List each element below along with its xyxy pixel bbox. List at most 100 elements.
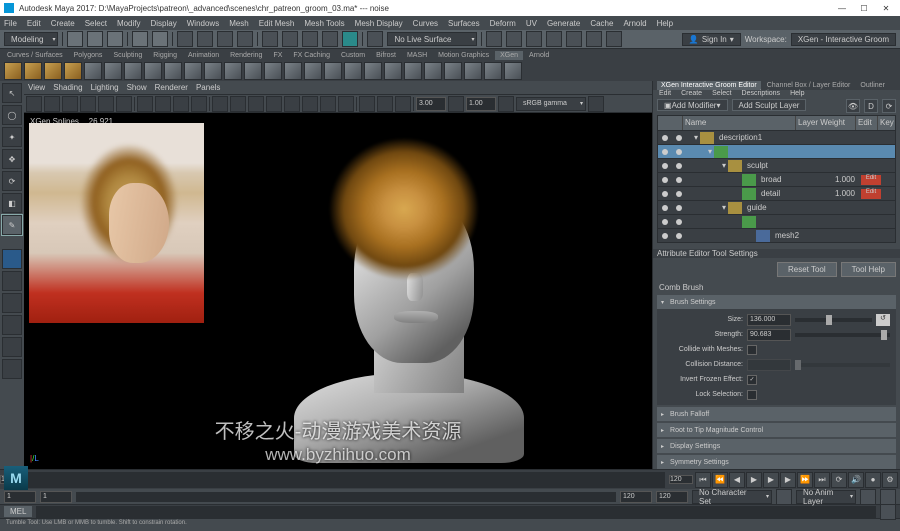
hypershade-icon[interactable]	[566, 31, 582, 47]
vp-gamma-input[interactable]	[466, 97, 496, 111]
layer-row[interactable]: ▾guide	[658, 200, 895, 214]
col-edit[interactable]: Edit	[855, 116, 877, 130]
shelf-btn-23[interactable]	[444, 62, 462, 80]
vp-camera-lock-icon[interactable]	[44, 96, 60, 112]
vp-motion-blur-icon[interactable]	[320, 96, 336, 112]
visibility-dot[interactable]	[662, 219, 668, 225]
shelf-btn-5[interactable]	[84, 62, 102, 80]
range-in-input[interactable]	[40, 491, 72, 503]
shelf-btn-17[interactable]	[324, 62, 342, 80]
col-key[interactable]: Key	[877, 116, 895, 130]
tool-rotate[interactable]: ⟳	[2, 171, 22, 191]
col-weight[interactable]: Layer Weight	[795, 116, 855, 130]
go-start-button[interactable]: ⏮	[695, 472, 711, 488]
brush-settings-header[interactable]: Brush Settings	[657, 295, 896, 309]
snap-curve-icon[interactable]	[282, 31, 298, 47]
enable-dot[interactable]	[676, 233, 682, 239]
command-input[interactable]	[36, 506, 876, 518]
autokey-button[interactable]: ●	[865, 472, 881, 488]
signin-button[interactable]: 👤 Sign In ▾	[682, 33, 741, 46]
timeline-track[interactable]	[28, 472, 665, 488]
menu-mesh-display[interactable]: Mesh Display	[355, 19, 403, 28]
enable-dot[interactable]	[676, 177, 682, 183]
vp-ao-icon[interactable]	[302, 96, 318, 112]
vp-resolution-gate-icon[interactable]	[173, 96, 189, 112]
set-key-button[interactable]	[880, 489, 896, 505]
loop-button[interactable]: ⟳	[831, 472, 847, 488]
step-back-button[interactable]: ⏪	[712, 472, 728, 488]
end-frame-input[interactable]	[669, 475, 693, 484]
visibility-dot[interactable]	[662, 149, 668, 155]
shelf-btn-14[interactable]	[264, 62, 282, 80]
select-hier-icon[interactable]	[197, 31, 213, 47]
shelf-tab-custom[interactable]: Custom	[336, 51, 370, 60]
shelf-btn-8[interactable]	[144, 62, 162, 80]
add-modifier-button[interactable]: ▣ Add Modifier ▾	[657, 99, 728, 111]
tool-move[interactable]: ✥	[2, 149, 22, 169]
shelf-btn-24[interactable]	[464, 62, 482, 80]
layer-row[interactable]: mesh2	[658, 228, 895, 242]
expand-icon[interactable]: ▾	[692, 133, 700, 142]
maximize-button[interactable]: ☐	[854, 2, 874, 14]
layout-four[interactable]	[2, 271, 22, 291]
live-surface-dropdown[interactable]: No Live Surface	[387, 32, 477, 46]
xgen-menu-select[interactable]: Select	[712, 90, 731, 97]
layer-row[interactable]: detail1.000Edit	[658, 186, 895, 200]
shelf-btn-26[interactable]	[504, 62, 522, 80]
reset-tool-button[interactable]: Reset Tool	[777, 262, 837, 277]
layout-single[interactable]	[2, 249, 22, 269]
shelf-btn-6[interactable]	[104, 62, 122, 80]
tool-scale[interactable]: ◧	[2, 193, 22, 213]
menu-arnold[interactable]: Arnold	[623, 19, 646, 28]
vp-xray-icon[interactable]	[377, 96, 393, 112]
invert-checkbox[interactable]	[747, 375, 757, 385]
vp-textured-icon[interactable]	[248, 96, 264, 112]
vp-menu-shading[interactable]: Shading	[53, 83, 82, 92]
shelf-btn-12[interactable]	[224, 62, 242, 80]
vp-grease-icon[interactable]	[116, 96, 132, 112]
menu-edit[interactable]: Edit	[27, 19, 41, 28]
tool-paint-select[interactable]: ✦	[2, 127, 22, 147]
vp-color-mgmt-icon[interactable]	[588, 96, 604, 112]
shelf-tab-fxcaching[interactable]: FX Caching	[288, 51, 335, 60]
shelf-tab-bifrost[interactable]: Bifrost	[371, 51, 401, 60]
vp-colorspace-dropdown[interactable]: sRGB gamma	[516, 97, 586, 111]
xgen-d-icon[interactable]: D	[864, 99, 878, 113]
vp-gate-mask-icon[interactable]	[191, 96, 207, 112]
menu-create[interactable]: Create	[51, 19, 75, 28]
render-icon[interactable]	[506, 31, 522, 47]
vp-wireframe-icon[interactable]	[212, 96, 228, 112]
vp-bookmark-icon[interactable]	[62, 96, 78, 112]
xgen-menu-create[interactable]: Create	[681, 90, 702, 97]
layout-hyper[interactable]	[2, 337, 22, 357]
layer-row[interactable]: ▾description1	[658, 130, 895, 144]
coll-dist-input[interactable]	[747, 359, 791, 371]
menu-deform[interactable]: Deform	[490, 19, 516, 28]
minimize-button[interactable]: —	[832, 2, 852, 14]
size-reset-button[interactable]: ↺	[876, 314, 890, 326]
shelf-tab-curves[interactable]: Curves / Surfaces	[2, 51, 68, 60]
visibility-dot[interactable]	[662, 191, 668, 197]
menu-generate[interactable]: Generate	[547, 19, 580, 28]
layer-row[interactable]: broad1.000Edit	[658, 172, 895, 186]
shelf-btn-13[interactable]	[244, 62, 262, 80]
menu-help[interactable]: Help	[657, 19, 673, 28]
workspace-dropdown[interactable]: XGen - Interactive Groom	[791, 33, 896, 46]
strength-slider[interactable]	[795, 333, 890, 337]
go-end-button[interactable]: ⏭	[814, 472, 830, 488]
symmetry-icon[interactable]	[367, 31, 383, 47]
vp-exposure-input[interactable]	[416, 97, 446, 111]
layout-persp-outliner[interactable]	[2, 293, 22, 313]
menu-display[interactable]: Display	[151, 19, 177, 28]
xgen-menu-descriptions[interactable]: Descriptions	[742, 90, 781, 97]
new-scene-icon[interactable]	[67, 31, 83, 47]
strength-input[interactable]	[747, 329, 791, 341]
range-track[interactable]	[76, 492, 616, 502]
snap-grid-icon[interactable]	[262, 31, 278, 47]
vp-2d-pan-icon[interactable]	[98, 96, 114, 112]
select-comp-icon[interactable]	[237, 31, 253, 47]
module-selector[interactable]: Modeling	[4, 32, 58, 46]
vp-aa-icon[interactable]	[338, 96, 354, 112]
vp-menu-view[interactable]: View	[28, 83, 45, 92]
open-scene-icon[interactable]	[87, 31, 103, 47]
